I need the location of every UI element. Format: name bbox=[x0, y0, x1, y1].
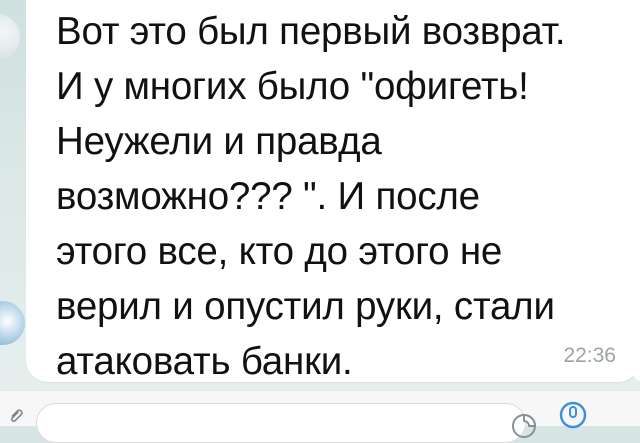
message-text: Вот это был первый возврат. И у многих б… bbox=[56, 10, 566, 383]
sticker-icon[interactable] bbox=[511, 413, 537, 439]
paperclip-icon[interactable] bbox=[6, 405, 28, 427]
message-input-bar bbox=[0, 390, 640, 443]
message-timestamp: 22:36 bbox=[563, 344, 616, 367]
message-input[interactable] bbox=[36, 403, 536, 443]
avatar[interactable] bbox=[0, 300, 26, 346]
avatar[interactable] bbox=[0, 14, 20, 60]
